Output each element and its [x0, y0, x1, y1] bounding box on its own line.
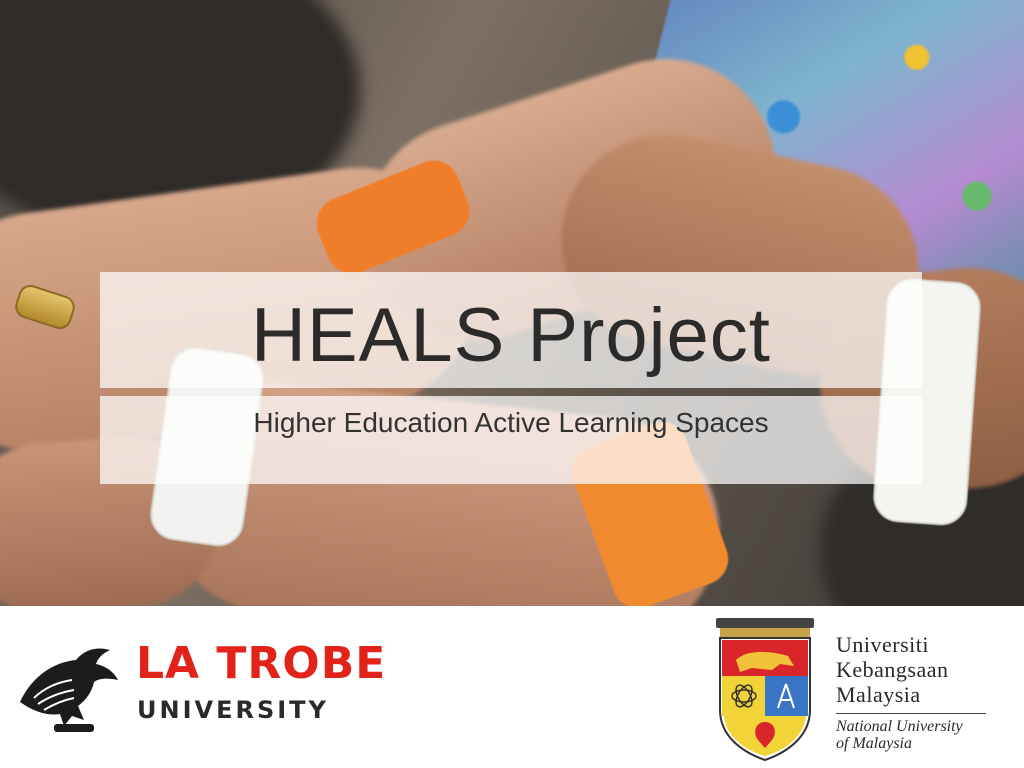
- ukm-english-name-line-1: National University: [836, 718, 963, 735]
- ukm-crest-icon: [716, 618, 814, 762]
- title-panel: HEALS Project: [100, 272, 922, 388]
- slide-subtitle: Higher Education Active Learning Spaces: [253, 407, 769, 438]
- ukm-name-line-1: Universiti: [836, 632, 929, 657]
- ukm-wordmark: Universiti Kebangsaan Malaysia National …: [836, 632, 1006, 752]
- eagle-icon: [20, 648, 118, 732]
- title-overlay: HEALS Project Higher Education Active Le…: [100, 272, 922, 484]
- ukm-name-line-3: Malaysia: [836, 682, 921, 707]
- ukm-name-line-2: Kebangsaan: [836, 657, 949, 682]
- latrobe-university-label: UNIVERSITY: [137, 696, 329, 724]
- slide: HEALS Project Higher Education Active Le…: [0, 0, 1024, 768]
- ukm-english-name-line-2: of Malaysia: [836, 735, 912, 752]
- ukm-divider: [836, 713, 986, 714]
- subtitle-panel: Higher Education Active Learning Spaces: [100, 396, 922, 484]
- slide-title: HEALS Project: [251, 293, 771, 378]
- logo-footer: LA TROBE UNIVERSITY Universiti Kebangsaa…: [0, 606, 1024, 768]
- latrobe-wordmark: LA TROBE: [136, 638, 387, 689]
